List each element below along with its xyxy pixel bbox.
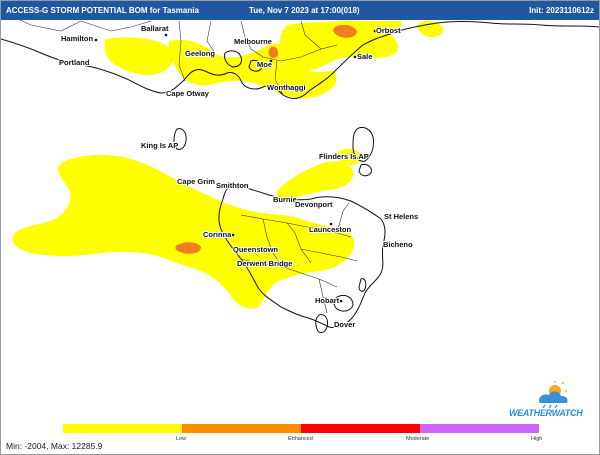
place-dot-hobart: [339, 299, 343, 303]
label-cape-otway: Cape Otway: [166, 89, 210, 98]
storm-area-tasman-strait: [276, 161, 354, 200]
label-bicheno: Bicheno: [383, 240, 413, 249]
label-devonport: Devonport: [295, 200, 333, 209]
valid-time: Tue, Nov 7 2023 at 17:00(018): [249, 6, 360, 15]
product-title: ACCESS-G STORM POTENTIAL BOM for Tasmani…: [6, 6, 199, 15]
label-ballarat: Ballarat: [141, 24, 169, 33]
place-dot-hamilton: [94, 38, 98, 42]
label-launceston: Launceston: [309, 225, 352, 234]
label-corinna: Corinna: [203, 230, 232, 239]
label-burnie: Burnie: [273, 195, 297, 204]
label-hamilton: Hamilton: [61, 34, 94, 43]
legend-swatch-enhanced: [182, 424, 301, 433]
cape-barren-island: [358, 164, 372, 177]
label-smithton: Smithton: [216, 181, 249, 190]
label-melbourne: Melbourne: [234, 37, 272, 46]
map-frame: ACCESS-G STORM POTENTIAL BOM for Tasmani…: [0, 0, 600, 455]
legend-label-low: Low: [176, 436, 187, 442]
legend-swatch-moderate: [301, 424, 420, 433]
label-cape-grim: Cape Grim: [177, 177, 215, 186]
header-bar: ACCESS-G STORM POTENTIAL BOM for Tasmani…: [1, 1, 599, 20]
storm-map: Hamilton Ballarat Geelong Melbourne Orbo…: [1, 20, 599, 334]
label-moe: Moe: [257, 60, 272, 69]
label-queenstown: Queenstown: [233, 245, 278, 254]
boundary-vic-1: [19, 20, 82, 32]
init-time: Init: 2023110612z: [529, 6, 594, 15]
storm-area-far-east: [417, 20, 444, 38]
maria-island: [358, 278, 367, 292]
label-wonthaggi: Wonthaggi: [267, 83, 306, 92]
label-hobart: Hobart: [315, 296, 340, 305]
legend-bar: [63, 424, 539, 433]
label-king-is-ap: King Is AP: [141, 141, 178, 150]
legend-swatch-high: [420, 424, 539, 433]
label-sale: Sale: [357, 52, 372, 61]
min-max-stats: Min: -2004, Max: 12285.9: [6, 441, 103, 451]
legend-label-high: High: [531, 436, 543, 442]
legend-label-moderate: Moderate: [406, 436, 430, 442]
legend-label-enhanced: Enhanced: [288, 436, 313, 442]
place-dot-corinna: [231, 233, 235, 237]
label-dover: Dover: [334, 320, 355, 329]
label-st-helens: St Helens: [384, 212, 418, 221]
label-portland: Portland: [59, 58, 90, 67]
label-derwent-bridge: Derwent Bridge: [237, 259, 292, 268]
storm-area-victoria-west: [105, 37, 174, 75]
weatherwatch-logo-text: WEATHERWATCH: [509, 408, 583, 418]
label-flinders-is-ap: Flinders Is AP: [319, 152, 369, 161]
label-geelong: Geelong: [185, 49, 215, 58]
place-dot-ballarat: [164, 33, 168, 37]
label-orbost: Orbost: [376, 26, 401, 35]
legend-swatch-low: [63, 424, 182, 433]
place-dot-sale: [353, 55, 357, 59]
